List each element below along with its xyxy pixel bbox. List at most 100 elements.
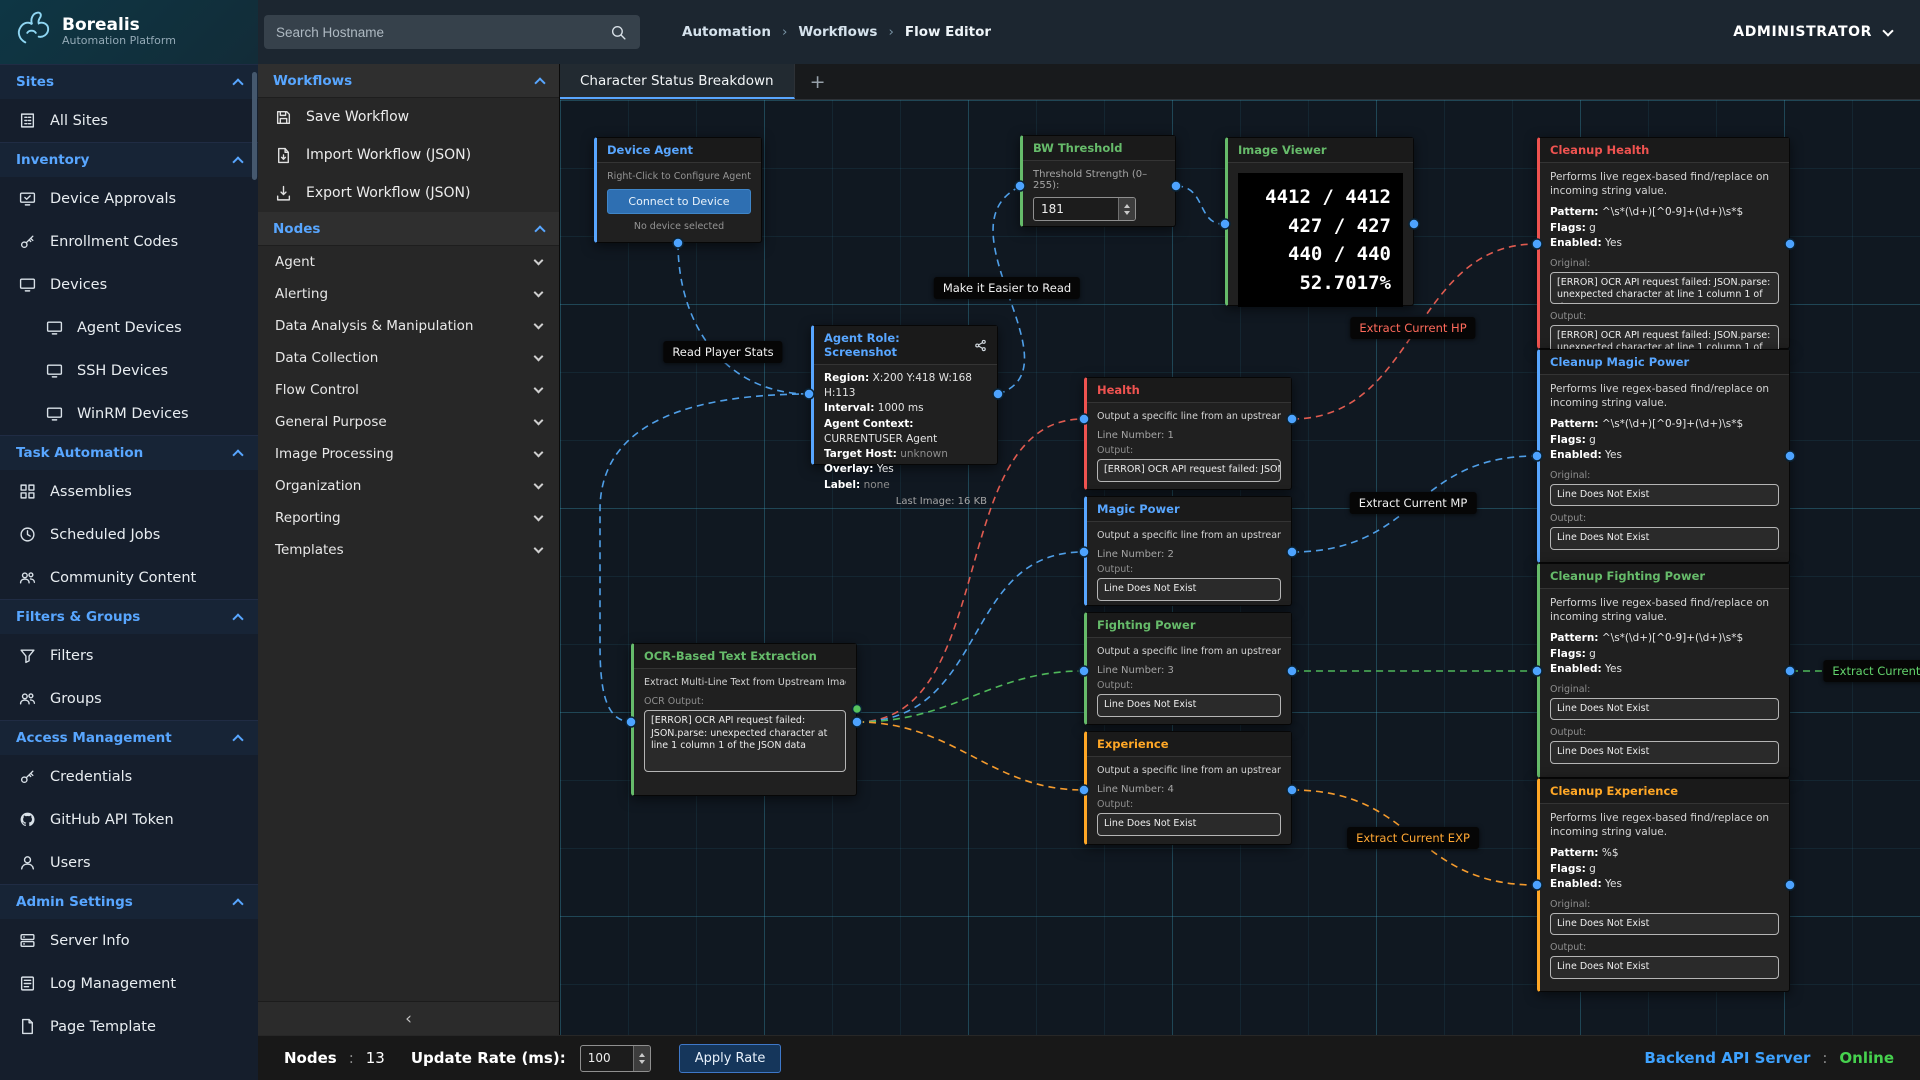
output-field[interactable]: Line Does Not Exist xyxy=(1550,956,1779,979)
sidebar-section-sites[interactable]: Sites xyxy=(0,64,258,99)
node-experience[interactable]: Experience Output a specific line from a… xyxy=(1084,731,1292,845)
sidebar-item-credentials[interactable]: Credentials xyxy=(0,755,258,798)
sidebar-item-filters[interactable]: Filters xyxy=(0,634,258,677)
output-field[interactable]: Line Does Not Exist xyxy=(1550,527,1779,550)
update-rate-input[interactable] xyxy=(580,1045,651,1072)
sidebar-item-ssh-devices[interactable]: SSH Devices xyxy=(0,349,258,392)
node-bw-threshold[interactable]: BW Threshold Threshold Strength (0–255): xyxy=(1020,135,1176,227)
image-viewer-screen: 4412 / 4412 427 / 427 440 / 440 52.7017% xyxy=(1238,173,1403,307)
funnel-icon xyxy=(17,647,37,664)
save-workflow-button[interactable]: Save Workflow xyxy=(258,98,559,136)
add-tab-button[interactable]: + xyxy=(795,64,841,99)
sidebar-item-agent-devices[interactable]: Agent Devices xyxy=(0,306,258,349)
node-fighting-power[interactable]: Fighting Power Output a specific line fr… xyxy=(1084,612,1292,725)
workflows-section-header[interactable]: Workflows xyxy=(258,64,559,98)
sidebar-item-scheduled-jobs[interactable]: Scheduled Jobs xyxy=(0,513,258,556)
sidebar-item-community-content[interactable]: Community Content xyxy=(0,556,258,599)
edge-ocr-to-experience[interactable] xyxy=(857,722,1083,790)
panel-collapse-button[interactable]: ‹ xyxy=(258,1001,559,1035)
tab-character-status-breakdown[interactable]: Character Status Breakdown xyxy=(560,64,795,99)
original-field[interactable]: Line Does Not Exist xyxy=(1550,698,1779,721)
node-category-agent[interactable]: Agent xyxy=(258,246,559,278)
sidebar-item-enrollment-codes[interactable]: Enrollment Codes xyxy=(0,220,258,263)
sidebar-item-log-management[interactable]: Log Management xyxy=(0,962,258,1005)
number-stepper[interactable] xyxy=(633,1046,650,1071)
ocr-output-field[interactable]: [ERROR] OCR API request failed: JSON.par… xyxy=(644,710,846,772)
node-cleanup-experience[interactable]: Cleanup Experience Performs live regex-b… xyxy=(1537,778,1790,992)
node-category-reporting[interactable]: Reporting xyxy=(258,502,559,534)
node-category-image-processing[interactable]: Image Processing xyxy=(258,438,559,470)
sidebar-section-access-management[interactable]: Access Management xyxy=(0,720,258,755)
output-field[interactable]: Line Does Not Exist xyxy=(1097,813,1281,836)
sidebar-section-task-automation[interactable]: Task Automation xyxy=(0,435,258,470)
edge-ocr-to-magic-power[interactable] xyxy=(857,552,1083,722)
node-ocr-text-extraction[interactable]: OCR-Based Text Extraction Extract Multi-… xyxy=(631,643,857,796)
node-agent-role-screenshot[interactable]: Agent Role: Screenshot Region: X:200 Y:4… xyxy=(811,325,998,465)
original-field[interactable]: Line Does Not Exist xyxy=(1550,913,1779,936)
export-workflow-button[interactable]: Export Workflow (JSON) xyxy=(258,174,559,212)
edge-label-extract-fp[interactable]: Extract Current FP xyxy=(1823,660,1920,682)
sidebar-section-filters-groups[interactable]: Filters & Groups xyxy=(0,599,258,634)
node-category-data-collection[interactable]: Data Collection xyxy=(258,342,559,374)
output-field[interactable]: Line Does Not Exist xyxy=(1550,741,1779,764)
sidebar-item-groups[interactable]: Groups xyxy=(0,677,258,720)
node-device-agent[interactable]: Device Agent Right-Click to Configure Ag… xyxy=(594,137,762,243)
original-field[interactable]: Line Does Not Exist xyxy=(1550,484,1779,507)
sidebar-item-device-approvals[interactable]: Device Approvals xyxy=(0,177,258,220)
workflow-panel: Workflows Save Workflow Import Workflow … xyxy=(258,64,560,1035)
node-image-viewer[interactable]: Image Viewer 4412 / 4412 427 / 427 440 /… xyxy=(1225,137,1414,306)
output-field[interactable]: Line Does Not Exist xyxy=(1097,694,1281,717)
edge-label-read-player-stats[interactable]: Read Player Stats xyxy=(663,341,782,363)
sidebar-section-inventory[interactable]: Inventory xyxy=(0,142,258,177)
node-description: Performs live regex-based find/replace o… xyxy=(1550,812,1779,839)
connect-to-device-button[interactable]: Connect to Device xyxy=(607,189,751,214)
user-menu[interactable]: ADMINISTRATOR xyxy=(1733,24,1892,40)
threshold-input[interactable] xyxy=(1033,197,1136,221)
breadcrumb-automation[interactable]: Automation xyxy=(682,24,771,40)
sidebar-scrollbar[interactable] xyxy=(252,72,257,180)
edge-label-extract-mp[interactable]: Extract Current MP xyxy=(1350,492,1477,514)
edge-device-agent-to-screenshot[interactable] xyxy=(678,243,809,394)
sidebar-item-devices[interactable]: Devices xyxy=(0,263,258,306)
sidebar-item-server-info[interactable]: Server Info xyxy=(0,919,258,962)
output-field[interactable]: Line Does Not Exist xyxy=(1097,578,1281,601)
sidebar-item-assemblies[interactable]: Assemblies xyxy=(0,470,258,513)
node-category-templates[interactable]: Templates xyxy=(258,534,559,566)
node-category-data-analysis[interactable]: Data Analysis & Manipulation xyxy=(258,310,559,342)
edge-label-make-it-easier[interactable]: Make it Easier to Read xyxy=(934,277,1080,299)
sidebar-item-github-api-token[interactable]: GitHub API Token xyxy=(0,798,258,841)
flow-canvas[interactable]: Device Agent Right-Click to Configure Ag… xyxy=(560,100,1920,1035)
apply-rate-button[interactable]: Apply Rate xyxy=(679,1044,782,1073)
chevron-down-icon xyxy=(534,480,544,490)
node-title: Health xyxy=(1097,383,1140,397)
edge-label-extract-hp[interactable]: Extract Current HP xyxy=(1350,317,1475,339)
node-category-organization[interactable]: Organization xyxy=(258,470,559,502)
node-category-general-purpose[interactable]: General Purpose xyxy=(258,406,559,438)
node-health[interactable]: Health Output a specific line from an up… xyxy=(1084,377,1292,490)
sidebar-item-winrm-devices[interactable]: WinRM Devices xyxy=(0,392,258,435)
search-input[interactable] xyxy=(276,25,608,40)
nodes-section-header[interactable]: Nodes xyxy=(258,212,559,246)
number-stepper[interactable] xyxy=(1118,198,1135,220)
hostname-search[interactable] xyxy=(264,15,640,49)
import-workflow-button[interactable]: Import Workflow (JSON) xyxy=(258,136,559,174)
edge-bw-threshold-to-image-viewer[interactable] xyxy=(1176,186,1223,224)
original-field[interactable]: [ERROR] OCR API request failed: JSON.par… xyxy=(1550,272,1779,304)
sidebar-item-users[interactable]: Users xyxy=(0,841,258,884)
node-cleanup-magic-power[interactable]: Cleanup Magic Power Performs live regex-… xyxy=(1537,349,1790,563)
node-magic-power[interactable]: Magic Power Output a specific line from … xyxy=(1084,496,1292,606)
sidebar-item-page-template[interactable]: Page Template xyxy=(0,1005,258,1048)
sidebar-item-all-sites[interactable]: All Sites xyxy=(0,99,258,142)
node-category-flow-control[interactable]: Flow Control xyxy=(258,374,559,406)
breadcrumb-workflows[interactable]: Workflows xyxy=(798,24,877,40)
node-cleanup-fighting-power[interactable]: Cleanup Fighting Power Performs live reg… xyxy=(1537,563,1790,778)
last-image-size: Last Image: 16 KB xyxy=(824,496,987,507)
share-icon[interactable] xyxy=(974,339,987,352)
edge-ocr-to-fighting-power[interactable] xyxy=(857,671,1083,722)
key-icon xyxy=(17,233,37,250)
sidebar-section-admin-settings[interactable]: Admin Settings xyxy=(0,884,258,919)
node-cleanup-health[interactable]: Cleanup Health Performs live regex-based… xyxy=(1537,137,1790,349)
output-field[interactable]: [ERROR] OCR API request failed: JSON.par… xyxy=(1097,459,1281,482)
edge-label-extract-exp[interactable]: Extract Current EXP xyxy=(1347,827,1479,849)
node-category-alerting[interactable]: Alerting xyxy=(258,278,559,310)
